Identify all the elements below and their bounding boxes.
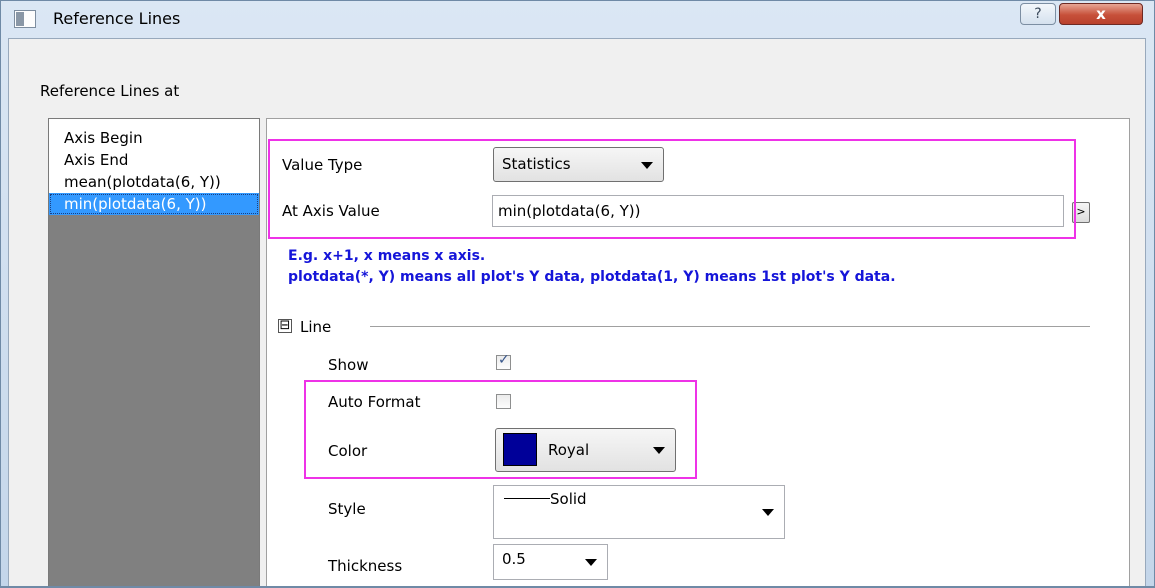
checkmark-icon: ✓ bbox=[498, 352, 510, 368]
thickness-dropdown[interactable]: 0.5 bbox=[493, 544, 608, 580]
hint-text: E.g. x+1, x means x axis. plotdata(*, Y)… bbox=[288, 246, 896, 288]
chevron-down-icon bbox=[585, 559, 597, 566]
collapse-toggle-icon[interactable]: ⊟ bbox=[278, 319, 292, 333]
window-icon bbox=[14, 10, 36, 28]
auto-format-label: Auto Format bbox=[328, 393, 421, 411]
auto-format-checkbox[interactable] bbox=[496, 394, 511, 409]
style-value: Solid bbox=[550, 490, 587, 508]
reference-lines-list[interactable]: Axis Begin Axis End mean(plotdata(6, Y))… bbox=[48, 118, 260, 588]
title-bar[interactable]: Reference Lines ? x bbox=[0, 0, 1155, 38]
color-dropdown[interactable]: Royal bbox=[495, 428, 676, 472]
line-style-preview bbox=[504, 498, 550, 499]
thickness-label: Thickness bbox=[328, 557, 403, 575]
section-divider bbox=[370, 326, 1090, 327]
list-item[interactable]: mean(plotdata(6, Y)) bbox=[49, 171, 259, 193]
hint-line-2: plotdata(*, Y) means all plot's Y data, … bbox=[288, 269, 896, 285]
style-dropdown[interactable]: Solid bbox=[493, 485, 785, 539]
window-title: Reference Lines bbox=[53, 9, 181, 28]
chevron-down-icon bbox=[653, 447, 665, 454]
thickness-value: 0.5 bbox=[502, 550, 526, 568]
list-item-selected[interactable]: min(plotdata(6, Y)) bbox=[49, 193, 259, 215]
line-section-title: Line bbox=[300, 318, 332, 336]
show-label: Show bbox=[328, 356, 369, 374]
color-label: Color bbox=[328, 442, 368, 460]
reference-lines-group-label: Reference Lines at bbox=[40, 82, 180, 100]
color-value: Royal bbox=[548, 441, 590, 459]
list-item[interactable]: Axis Begin bbox=[49, 127, 259, 149]
style-label: Style bbox=[328, 500, 366, 518]
hint-line-1: E.g. x+1, x means x axis. bbox=[288, 248, 486, 264]
reference-lines-list-items: Axis Begin Axis End mean(plotdata(6, Y))… bbox=[49, 119, 259, 215]
show-checkbox[interactable]: ✓ bbox=[496, 352, 511, 370]
color-swatch bbox=[503, 433, 537, 466]
list-item[interactable]: Axis End bbox=[49, 149, 259, 171]
close-button[interactable]: x bbox=[1059, 3, 1143, 25]
help-button[interactable]: ? bbox=[1020, 3, 1056, 25]
chevron-down-icon bbox=[762, 509, 774, 516]
highlight-box-value bbox=[268, 139, 1076, 239]
